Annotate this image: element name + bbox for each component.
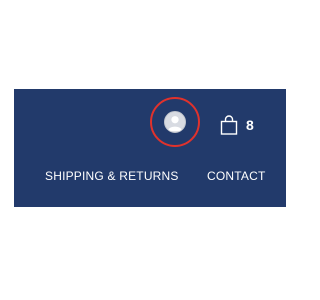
nav-link-shipping-returns[interactable]: SHIPPING & RETURNS — [45, 170, 179, 182]
cart-button[interactable]: 8 — [220, 115, 254, 135]
user-avatar-icon[interactable] — [164, 111, 186, 133]
shopping-bag-icon — [220, 115, 238, 135]
header-nav-bar: 8 SHIPPING & RETURNS CONTACT — [14, 89, 286, 207]
nav-link-contact[interactable]: CONTACT — [207, 170, 266, 182]
cart-count: 8 — [246, 117, 254, 133]
